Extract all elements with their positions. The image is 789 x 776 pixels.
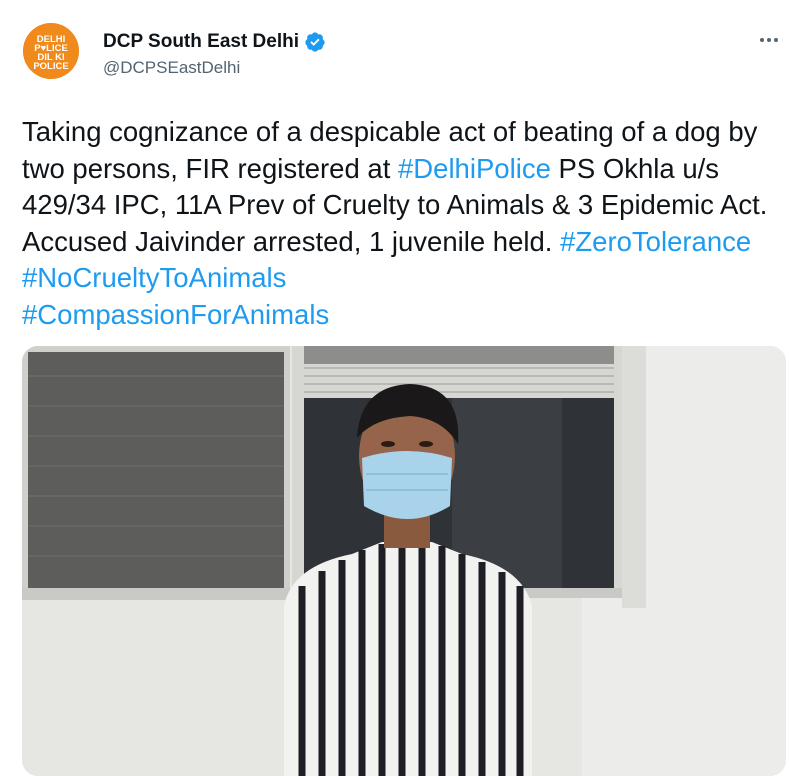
photo-image	[22, 346, 786, 776]
avatar[interactable]: DELHI P♥LICE DIL KI POLICE	[23, 23, 79, 79]
hashtag-link[interactable]: #ZeroTolerance	[560, 226, 751, 257]
tweet-photo[interactable]	[22, 346, 786, 776]
delhi-police-logo: DELHI P♥LICE DIL KI POLICE	[23, 23, 79, 79]
display-name[interactable]: DCP South East Delhi	[103, 30, 299, 54]
svg-text:POLICE: POLICE	[33, 61, 68, 72]
hashtag-link[interactable]: #CompassionForAnimals	[22, 299, 329, 330]
more-options-button[interactable]	[756, 30, 782, 50]
more-horizontal-icon	[760, 38, 764, 42]
more-horizontal-icon	[774, 38, 778, 42]
tweet-card: DELHI P♥LICE DIL KI POLICE DCP South Eas…	[0, 0, 789, 776]
more-horizontal-icon	[767, 38, 771, 42]
author-block[interactable]: DCP South East Delhi @DCPSEastDelhi	[103, 30, 326, 79]
hashtag-link[interactable]: #NoCrueltyToAnimals	[22, 262, 286, 293]
hashtag-link[interactable]: #DelhiPolice	[398, 153, 551, 184]
name-row: DCP South East Delhi	[103, 30, 326, 54]
author-handle[interactable]: @DCPSEastDelhi	[103, 57, 326, 79]
tweet-text: Taking cognizance of a despicable act of…	[22, 114, 782, 333]
verified-badge-icon	[304, 31, 326, 53]
